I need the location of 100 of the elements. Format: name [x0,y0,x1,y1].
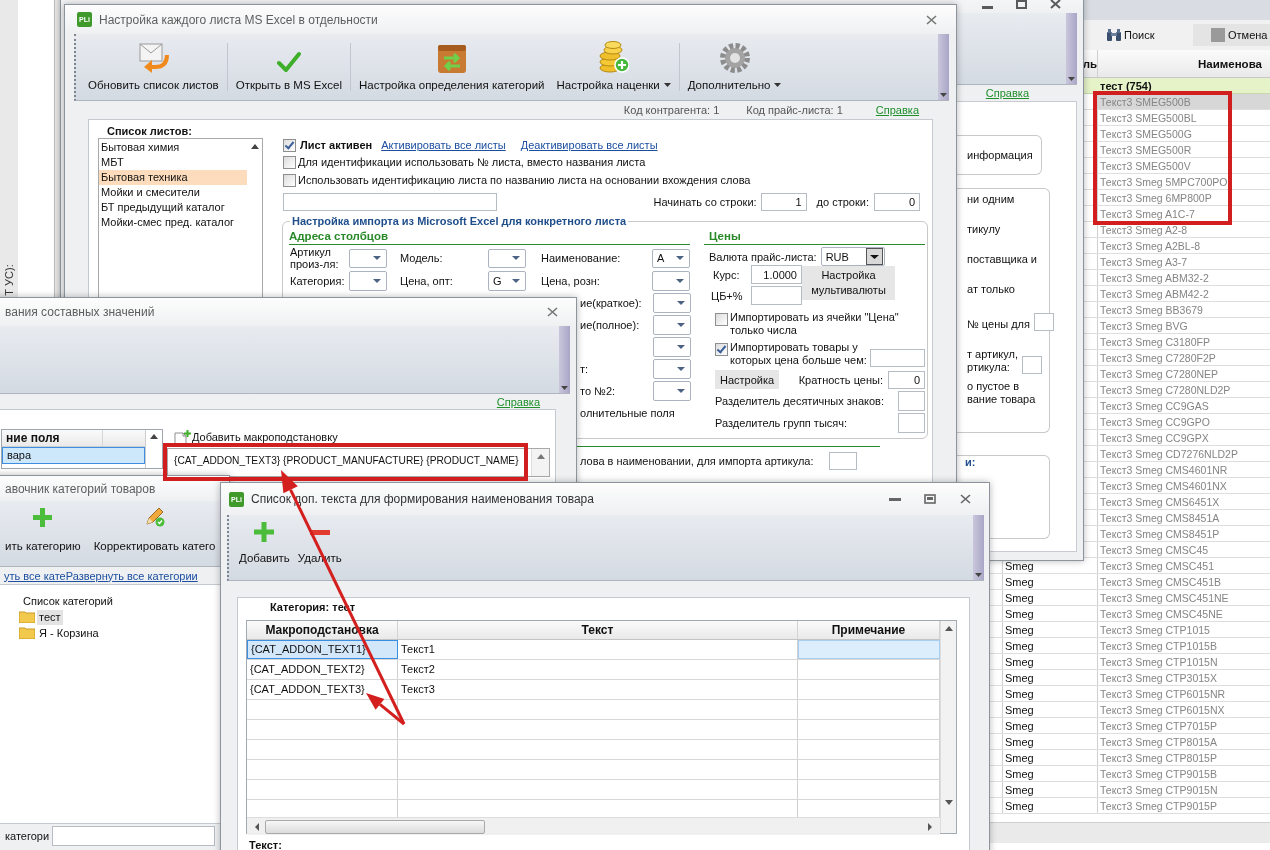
scrollbar-thumb[interactable] [265,819,485,834]
input-field[interactable] [52,826,216,846]
combo-box[interactable] [652,271,690,291]
multicurrency-button[interactable]: Настройка мультивалюты [802,266,895,300]
combo-box[interactable] [653,315,691,335]
arrow-left-icon[interactable] [255,822,259,831]
more-options-button[interactable]: Дополнительно [681,34,788,100]
input-field[interactable] [1034,313,1054,331]
checkbox[interactable] [715,343,728,356]
maximize-icon[interactable] [1016,0,1027,9]
add-button[interactable]: Добавить [235,515,294,580]
status-text: Код контрагента: 1 [623,104,720,116]
toolbar-overflow-button[interactable] [559,326,570,393]
help-link[interactable]: Справка [875,104,919,116]
input-field[interactable]: 1.0000 [751,265,802,284]
category-settings-button[interactable]: Настройка определения категорий [352,34,551,100]
input-field[interactable] [898,413,925,433]
maximize-icon[interactable] [924,494,936,504]
table-cell: Smeg [1003,798,1098,813]
input-field[interactable] [283,193,497,211]
link[interactable]: уть все кате [4,569,66,582]
arrow-up-icon[interactable] [250,144,259,149]
checkbox[interactable] [715,313,728,326]
toolbar-overflow-button[interactable] [1066,13,1077,84]
list-item[interactable]: Мойки и смесители [99,185,247,200]
help-link[interactable]: Справка [496,395,540,408]
combo-box[interactable]: A [652,248,690,268]
combo-box[interactable] [349,248,387,268]
caret-icon [677,345,685,349]
arrow-up-icon[interactable] [150,434,158,439]
table-cell-text: Текст3 Smeg A3-7 [1099,255,1189,269]
caret-icon [676,279,684,283]
list-item[interactable]: Бытовая техника [99,170,247,185]
horizontal-scrollbar[interactable] [247,817,940,835]
table-cell[interactable]: Текст3 [398,680,798,699]
checkbox[interactable] [283,155,296,169]
horizontal-scrollbar[interactable] [990,822,1270,843]
close-icon[interactable] [547,307,558,317]
link[interactable]: Развернуть все категории [65,569,198,582]
combo-box[interactable] [653,381,691,401]
close-icon[interactable] [1050,0,1061,9]
input-field[interactable] [828,452,857,470]
add-category-button[interactable]: ить категорию [2,501,89,566]
table-cell-text: Текст3 Smeg ABM32-2 [1099,271,1210,285]
combo-box[interactable]: RUB [820,247,885,266]
settings-button[interactable]: Настройка [715,370,780,389]
arrow-up-icon[interactable] [944,626,953,631]
input-field[interactable]: 1 [760,193,807,211]
input-field[interactable]: 0 [874,193,920,211]
column-header: ние поля [2,430,103,446]
list-item[interactable]: Мойки-смес пред. каталог [99,215,247,230]
caret-icon [373,279,381,283]
table-row[interactable]: вара [2,447,145,464]
combo-box[interactable] [653,359,691,379]
input-field[interactable] [751,286,802,305]
combo-box[interactable]: G [488,271,526,291]
table-cell[interactable]: Текст2 [398,660,798,679]
edit-category-button[interactable]: Корректировать катего [90,501,219,566]
window-title: вания составных значений [5,305,155,319]
arrow-down-icon[interactable] [944,800,953,805]
combo-box[interactable] [653,293,691,313]
table-cell[interactable]: {CAT_ADDON_TEXT2} [247,660,398,679]
cancel-button[interactable]: Отмена [1193,24,1270,46]
input-field[interactable] [898,391,925,411]
tree-item[interactable]: Я - Корзина [37,625,101,641]
open-excel-button[interactable]: Открыть в MS Excel [229,34,348,100]
refresh-list-button[interactable]: Обновить список листов [82,34,225,100]
combo-box[interactable] [349,271,387,291]
input-field[interactable] [870,349,925,367]
tree-item[interactable]: тест [37,609,63,625]
toolbar-overflow-button[interactable] [973,515,984,580]
markup-settings-button[interactable]: Настройка наценки [550,34,677,100]
table-cell[interactable] [798,640,940,659]
add-macro-button[interactable]: Добавить макроподстановку [167,429,338,445]
input-field[interactable]: 0 [888,370,925,389]
vertical-scrollbar[interactable] [940,621,956,833]
toolbar-overflow-button[interactable] [938,34,949,100]
minimize-icon[interactable] [889,497,901,501]
list-item[interactable]: Бытовая химия [99,140,247,155]
table-cell: Smeg [1003,734,1098,749]
close-icon[interactable] [926,14,937,25]
combo-box[interactable] [653,337,691,357]
combo-box[interactable] [488,248,526,268]
link[interactable]: Активировать все листы [381,139,506,151]
table-cell-text: Текст3 SMEG500V [1099,159,1192,173]
table-cell[interactable]: {CAT_ADDON_TEXT1} [247,640,398,659]
close-icon[interactable] [960,494,971,504]
arrow-right-icon[interactable] [928,822,932,831]
link[interactable]: Деактивировать все листы [520,139,658,151]
list-item[interactable]: БТ предыдущий каталог [99,200,247,215]
table-cell-text: Текст3 Smeg CTP9015P [1099,799,1218,813]
list-item[interactable]: МБТ [99,155,247,170]
checkbox[interactable] [283,138,296,152]
search-button[interactable]: Поиск [1107,24,1155,46]
input-field[interactable] [1021,356,1042,374]
table-cell-text: Текст3 Smeg CTP6015NX [1099,703,1226,717]
field-label: Цена, опт: [399,275,454,287]
tree-item[interactable]: Список категорий [21,594,115,609]
table-cell-text: Текст3 Smeg CMSC45NE [1099,607,1224,621]
checkbox[interactable] [283,173,296,187]
